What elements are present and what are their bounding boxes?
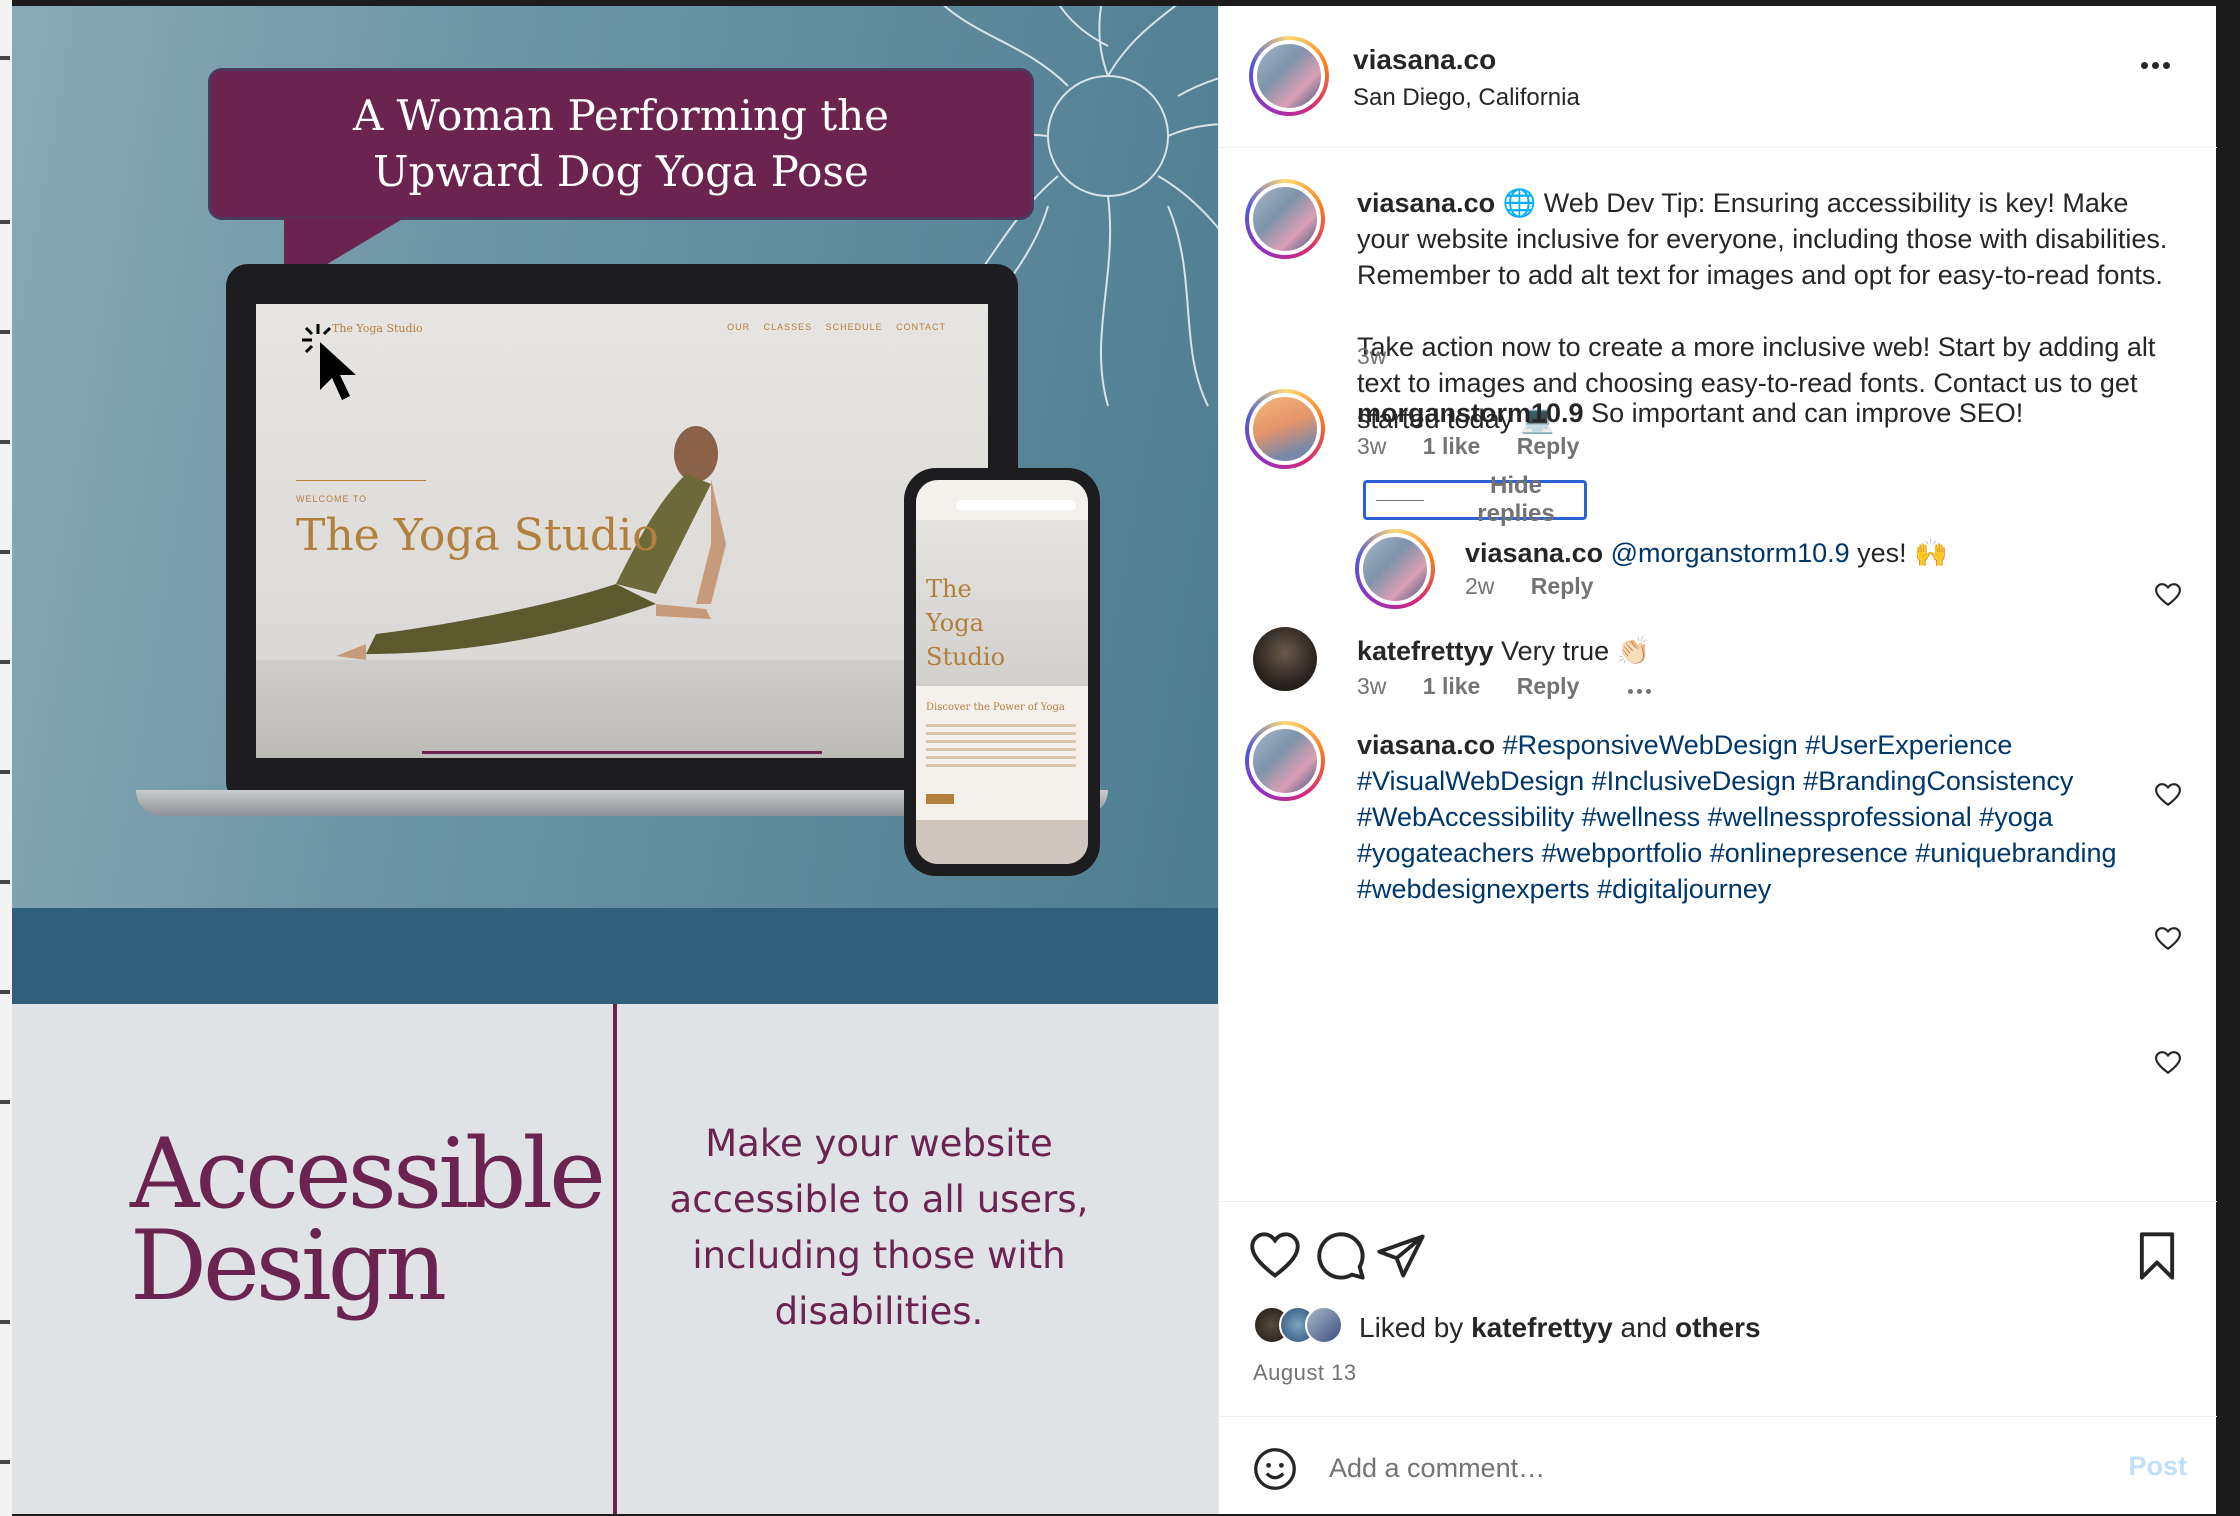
reply-button[interactable]: Reply: [1517, 673, 1580, 699]
avatar[interactable]: [1355, 529, 1435, 609]
reply-username[interactable]: viasana.co: [1465, 538, 1603, 568]
post-location[interactable]: San Diego, California: [1353, 84, 1580, 112]
emoji-smiley-icon[interactable]: [1253, 1447, 1297, 1491]
phone-screen: The Yoga Studio Discover the Power of Yo…: [916, 480, 1088, 864]
accessible-design-body: Make your website accessible to all user…: [669, 1122, 1089, 1333]
reply-button[interactable]: Reply: [1517, 433, 1580, 459]
share-send-icon[interactable]: [1375, 1230, 1427, 1282]
post-comment-button[interactable]: Post: [2128, 1451, 2187, 1482]
liked-by-avatars[interactable]: [1253, 1306, 1373, 1348]
comment: katefrettyy Very true 👏🏻: [1357, 636, 1651, 666]
heart-icon[interactable]: [2155, 1051, 2181, 1075]
site-title: The Yoga Studio: [296, 510, 659, 561]
heart-icon[interactable]: [2155, 783, 2181, 807]
avatar[interactable]: [1245, 179, 1325, 259]
background-feed-strip: [0, 0, 12, 1516]
phone-section-title: Discover the Power of Yoga: [926, 702, 1065, 713]
avatar[interactable]: [1245, 389, 1325, 469]
more-options-button[interactable]: [2139, 56, 2183, 86]
site-welcome: WELCOME TO: [296, 494, 368, 504]
like-heart-icon[interactable]: [1249, 1230, 1301, 1282]
image-divider-band: [12, 908, 1218, 1004]
click-cursor-icon: [302, 324, 356, 400]
more-icon: [1627, 689, 1633, 694]
avatar[interactable]: [1253, 627, 1317, 691]
hashtag-comment: viasana.co #ResponsiveWebDesign #UserExp…: [1357, 727, 2137, 907]
heart-icon[interactable]: [2155, 583, 2181, 607]
comment-username[interactable]: morganstorm10.9: [1357, 398, 1584, 428]
reply-meta: 2w Reply: [1465, 573, 1594, 599]
caption-time: 3w: [1357, 343, 1387, 369]
post-date[interactable]: August 13: [1253, 1360, 1357, 1386]
comment-username[interactable]: katefrettyy: [1357, 636, 1494, 666]
add-comment-input[interactable]: [1329, 1443, 2069, 1493]
comment-options-button[interactable]: [1626, 673, 1653, 699]
phone-site-title: The Yoga Studio: [926, 575, 1006, 671]
liked-by-text: Liked by katefrettyy and others: [1359, 1312, 1761, 1343]
comment: morganstorm10.9 So important and can imp…: [1357, 398, 2024, 428]
comments-list[interactable]: viasana.co 🌐 Web Dev Tip: Ensuring acces…: [1219, 149, 2217, 1201]
reply-comment: viasana.co @morganstorm10.9 yes! 🙌: [1465, 538, 1948, 568]
avatar[interactable]: [1245, 721, 1325, 801]
comment-meta: 3w 1 like Reply: [1357, 673, 1653, 700]
post-author-username[interactable]: viasana.co: [1353, 44, 1496, 76]
hide-replies-button[interactable]: Hide replies: [1363, 472, 1587, 527]
bookmark-save-icon[interactable]: [2131, 1230, 2183, 1282]
post-modal: A Woman Performing the Upward Dog Yoga P…: [12, 6, 2217, 1514]
liked-by-others[interactable]: others: [1675, 1312, 1761, 1343]
comment-likes-count[interactable]: 1 like: [1423, 673, 1481, 699]
more-icon: [2141, 62, 2148, 69]
post-header: viasana.co San Diego, California: [1219, 6, 2217, 148]
comment-likes-count[interactable]: 1 like: [1423, 433, 1481, 459]
comment-username[interactable]: viasana.co: [1357, 730, 1495, 760]
heart-icon[interactable]: [2155, 927, 2181, 951]
post-info-panel: viasana.co San Diego, California viasana…: [1218, 6, 2217, 1514]
post-image[interactable]: A Woman Performing the Upward Dog Yoga P…: [12, 6, 1218, 1514]
comment-bubble-icon[interactable]: [1315, 1230, 1367, 1282]
accessible-design-heading: Accessible Design: [130, 1118, 606, 1322]
post-actions-bar: Liked by katefrettyy and others August 1…: [1219, 1201, 2217, 1415]
caption-username[interactable]: viasana.co: [1357, 188, 1495, 218]
site-nav: OUR CLASSES SCHEDULE CONTACT: [727, 322, 946, 332]
comment-meta: 3w 1 like Reply: [1357, 433, 1580, 459]
avatar[interactable]: [1249, 36, 1329, 116]
banner-title: A Woman Performing the Upward Dog Yoga P…: [352, 91, 890, 196]
phone-mockup: The Yoga Studio Discover the Power of Yo…: [904, 468, 1100, 876]
reply-mention[interactable]: @morganstorm10.9: [1611, 538, 1850, 568]
title-banner: A Woman Performing the Upward Dog Yoga P…: [208, 68, 1034, 220]
add-comment-bar: Post: [1219, 1416, 2217, 1514]
liked-by-user[interactable]: katefrettyy: [1471, 1312, 1613, 1343]
reply-button[interactable]: Reply: [1531, 573, 1594, 599]
